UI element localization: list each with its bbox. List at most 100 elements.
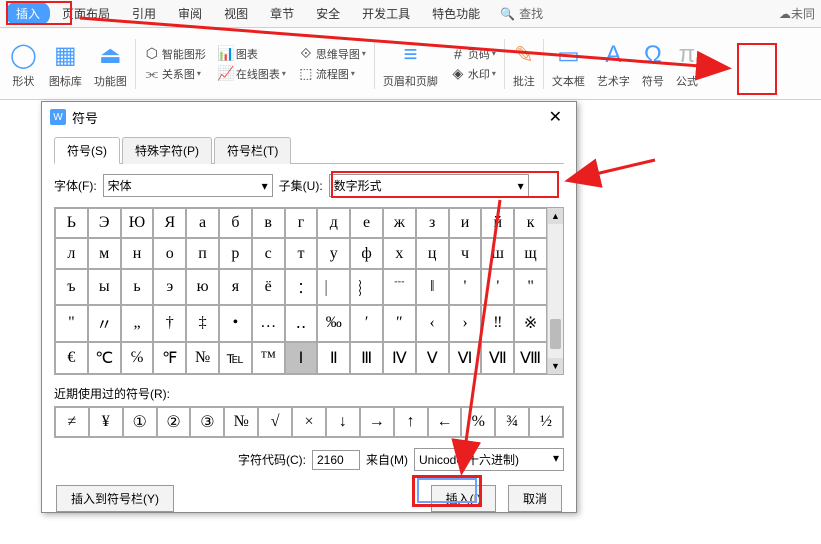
ribbon-funcimg[interactable]: ⏏ 功能图 <box>88 28 133 99</box>
symbol-cell[interactable]: у <box>317 238 350 268</box>
symbol-cell[interactable]: Ⅰ <box>285 342 318 374</box>
ribbon-smart[interactable]: ⬡智能图形 <box>142 45 208 63</box>
ribbon-iconlib[interactable]: ▦ 图标库 <box>43 28 88 99</box>
symbol-cell[interactable]: Э <box>88 208 121 238</box>
symbol-cell[interactable]: ℉ <box>153 342 186 374</box>
symbol-cell[interactable]: " <box>514 269 547 305</box>
symbol-cell[interactable]: ‼ <box>481 305 514 341</box>
symbol-cell[interactable]: з <box>416 208 449 238</box>
symbol-cell[interactable]: ш <box>481 238 514 268</box>
symbol-cell[interactable]: к <box>514 208 547 238</box>
symbol-cell[interactable]: ё <box>252 269 285 305</box>
symbol-cell[interactable]: ч <box>449 238 482 268</box>
scroll-up-button[interactable]: ▲ <box>548 208 563 224</box>
recent-symbol-cell[interactable]: № <box>224 407 258 437</box>
recent-symbol-cell[interactable]: ↑ <box>394 407 428 437</box>
menu-devtools[interactable]: 开发工具 <box>352 2 420 25</box>
ribbon-onlinechart[interactable]: 📈在线图表▾ <box>216 65 288 83</box>
ribbon-pagenum[interactable]: #页码▾ <box>448 45 498 63</box>
symbol-cell[interactable]: ﹉ <box>383 269 416 305</box>
scroll-down-button[interactable]: ▼ <box>548 358 563 374</box>
symbol-cell[interactable]: н <box>121 238 154 268</box>
symbol-cell[interactable]: › <box>449 305 482 341</box>
symbol-cell[interactable]: Я <box>153 208 186 238</box>
ribbon-annotate[interactable]: ✎ 批注 <box>507 28 541 99</box>
symbol-cell[interactable]: е <box>350 208 383 238</box>
ribbon-mindmap[interactable]: ⟐思维导图▾ <box>296 45 368 63</box>
symbol-cell[interactable]: о <box>153 238 186 268</box>
from-select[interactable]: Unicode(十六进制) ▾ <box>414 448 564 471</box>
symbol-cell[interactable]: ″ <box>383 305 416 341</box>
ribbon-chart[interactable]: 📊图表 <box>216 45 288 63</box>
symbol-cell[interactable]: " <box>55 305 88 341</box>
menu-review[interactable]: 审阅 <box>168 2 212 25</box>
search-group[interactable]: 🔍 查找 <box>500 5 543 22</box>
symbol-cell[interactable]: в <box>252 208 285 238</box>
scroll-thumb[interactable] <box>550 319 561 349</box>
recent-symbol-cell[interactable]: √ <box>258 407 292 437</box>
symbol-cell[interactable]: ‥ <box>285 305 318 341</box>
symbol-cell[interactable]: м <box>88 238 121 268</box>
symbol-cell[interactable]: д <box>317 208 350 238</box>
symbol-cell[interactable]: ъ <box>55 269 88 305</box>
charcode-input[interactable] <box>312 450 360 470</box>
symbol-cell[interactable]: Ⅲ <box>350 342 383 374</box>
symbol-cell[interactable]: ℅ <box>121 342 154 374</box>
symbol-cell[interactable]: и <box>449 208 482 238</box>
ribbon-headerfooter[interactable]: ≡ 页眉和页脚 <box>377 28 444 99</box>
symbol-cell[interactable]: • <box>219 305 252 341</box>
recent-symbol-cell[interactable]: ¥ <box>89 407 123 437</box>
symbol-cell[interactable]: ф <box>350 238 383 268</box>
symbol-cell[interactable]: № <box>186 342 219 374</box>
tab-symbols[interactable]: 符号(S) <box>54 137 120 164</box>
ribbon-textbox[interactable]: ▭ 文本框 <box>546 28 591 99</box>
menu-insert[interactable]: 插入 <box>6 2 50 25</box>
menu-references[interactable]: 引用 <box>122 2 166 25</box>
symbol-cell[interactable]: ' <box>449 269 482 305</box>
vertical-scrollbar[interactable]: ▲ ▼ <box>547 208 563 374</box>
tab-special[interactable]: 特殊字符(P) <box>122 137 212 164</box>
symbol-cell[interactable]: с <box>252 238 285 268</box>
insert-to-bar-button[interactable]: 插入到符号栏(Y) <box>56 485 174 512</box>
recent-symbol-cell[interactable]: → <box>360 407 394 437</box>
recent-symbol-cell[interactable]: ≠ <box>55 407 89 437</box>
symbol-cell[interactable]: г <box>285 208 318 238</box>
symbol-cell[interactable]: а <box>186 208 219 238</box>
symbol-cell[interactable]: ′ <box>350 305 383 341</box>
symbol-cell[interactable]: р <box>219 238 252 268</box>
recent-symbol-cell[interactable]: × <box>292 407 326 437</box>
ribbon-watermark[interactable]: ◈水印▾ <box>448 65 498 83</box>
scroll-track[interactable] <box>548 224 563 358</box>
recent-symbol-cell[interactable]: ② <box>157 407 191 437</box>
symbol-cell[interactable]: ︰ <box>285 269 318 305</box>
recent-symbol-cell[interactable]: ③ <box>190 407 224 437</box>
symbol-cell[interactable]: ℡ <box>219 342 252 374</box>
symbol-cell[interactable]: ц <box>416 238 449 268</box>
recent-symbol-cell[interactable]: ← <box>428 407 462 437</box>
symbol-cell[interactable]: я <box>219 269 252 305</box>
symbol-cell[interactable]: € <box>55 342 88 374</box>
ribbon-wordart[interactable]: A 艺术字 <box>591 28 636 99</box>
symbol-cell[interactable]: Ⅷ <box>514 342 547 374</box>
symbol-cell[interactable]: ж <box>383 208 416 238</box>
menu-security[interactable]: 安全 <box>306 2 350 25</box>
close-button[interactable]: ✕ <box>543 107 568 127</box>
ribbon-flowchart[interactable]: ⬚流程图▾ <box>296 65 368 83</box>
insert-button[interactable]: 插入(I) <box>431 485 496 512</box>
symbol-cell[interactable]: ю <box>186 269 219 305</box>
symbol-cell[interactable]: т <box>285 238 318 268</box>
symbol-cell[interactable]: ※ <box>514 305 547 341</box>
symbol-cell[interactable]: ‰ <box>317 305 350 341</box>
symbol-cell[interactable]: б <box>219 208 252 238</box>
recent-symbol-cell[interactable]: % <box>461 407 495 437</box>
symbol-cell[interactable]: й <box>481 208 514 238</box>
symbol-cell[interactable]: „ <box>121 305 154 341</box>
symbol-cell[interactable]: щ <box>514 238 547 268</box>
symbol-cell[interactable]: ‡ <box>186 305 219 341</box>
symbol-cell[interactable]: Ю <box>121 208 154 238</box>
recent-symbol-cell[interactable]: ¾ <box>495 407 529 437</box>
ribbon-relation[interactable]: ⫘关系图▾ <box>142 65 208 83</box>
menu-sections[interactable]: 章节 <box>260 2 304 25</box>
menu-pagelayout[interactable]: 页面布局 <box>52 2 120 25</box>
recent-symbol-cell[interactable]: ↓ <box>326 407 360 437</box>
